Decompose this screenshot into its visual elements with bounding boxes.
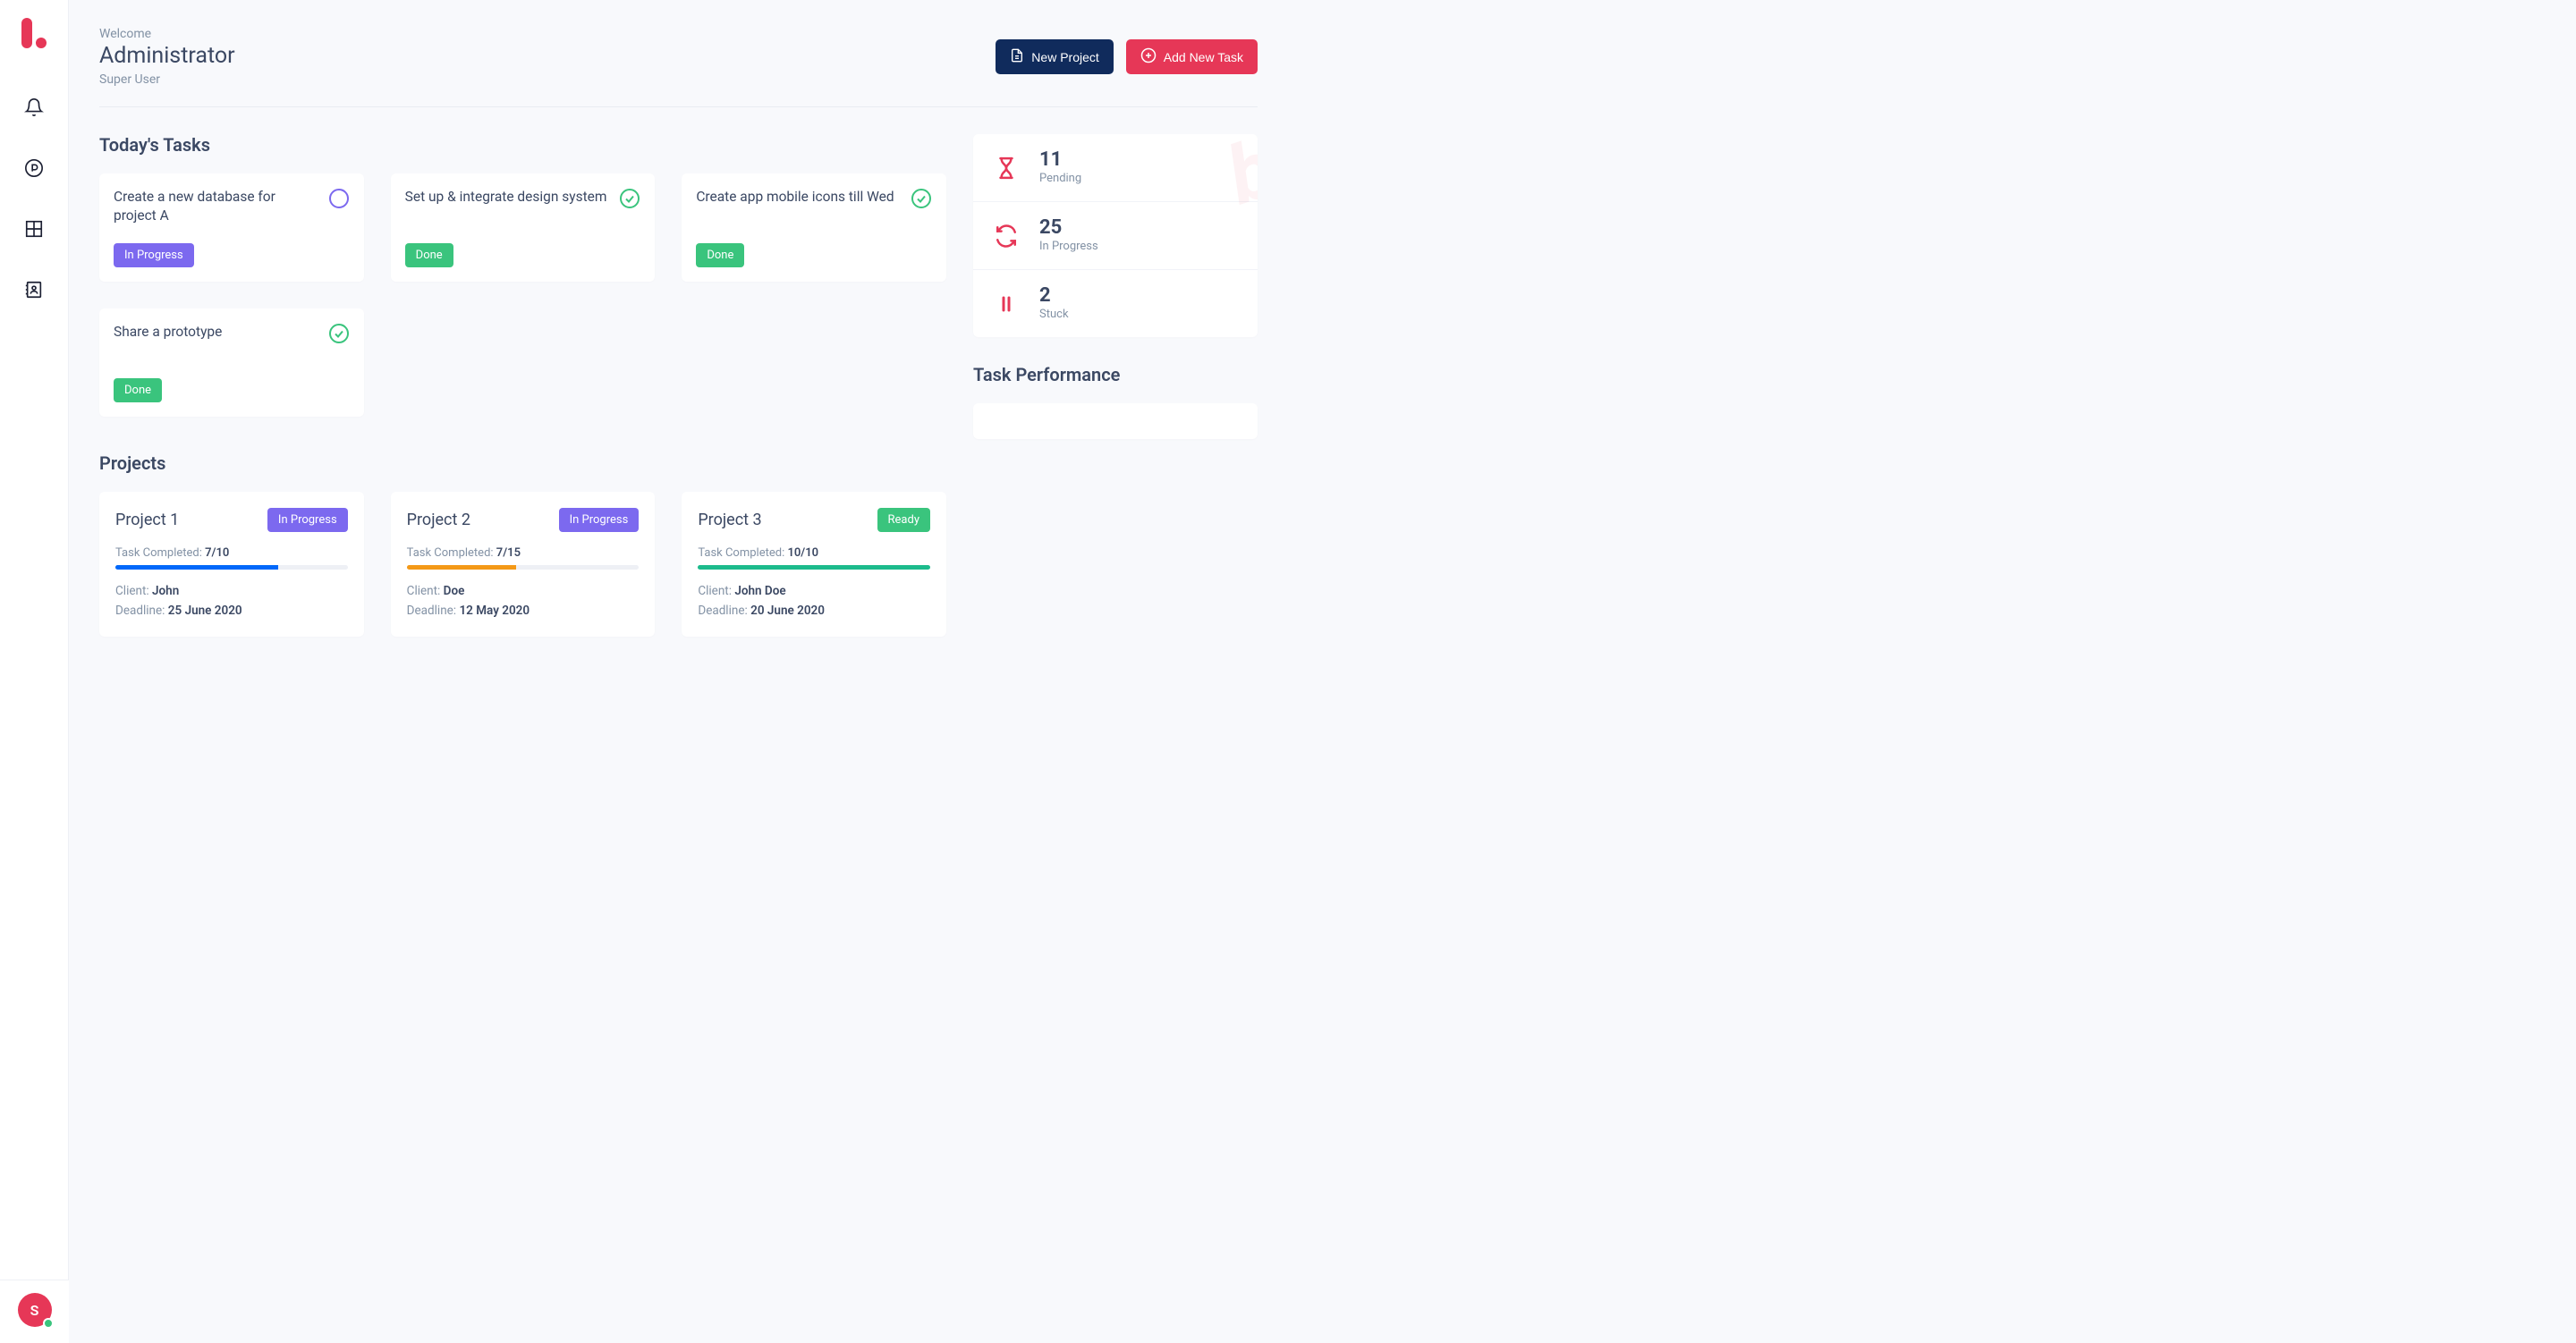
refresh-icon [993,223,1020,249]
stat-row: 2 Stuck [973,270,1258,337]
projects-section-title: Projects [99,452,946,474]
progress-bar [115,565,348,570]
progress-bar [407,565,640,570]
performance-card [973,403,1258,439]
stat-value: 2 [1039,286,1069,306]
task-completed-label: Task Completed: 7/15 [407,546,640,560]
add-task-label: Add New Task [1164,50,1243,64]
page-title: Administrator [99,43,235,69]
project-card[interactable]: Project 2 In Progress Task Completed: 7/… [391,492,656,637]
main-content: Welcome Administrator Super User New Pro… [69,0,1288,663]
check-circle-icon [911,188,932,213]
new-project-label: New Project [1031,50,1098,64]
plus-circle-icon [1140,47,1157,66]
bell-icon [24,97,44,121]
status-badge: In Progress [114,243,194,267]
hourglass-icon [993,155,1020,182]
task-title: Share a prototype [114,323,222,342]
online-indicator-icon [43,1318,54,1329]
pause-icon [993,291,1020,317]
task-card[interactable]: Share a prototype Done [99,308,364,417]
task-card[interactable]: Set up & integrate design system Done [391,173,656,282]
welcome-label: Welcome [99,27,235,41]
stat-label: Stuck [1039,308,1069,321]
page-subtitle: Super User [99,72,235,87]
task-completed-label: Task Completed: 10/10 [698,546,930,560]
check-circle-icon [328,323,350,348]
grid-icon [24,219,44,242]
stat-label: In Progress [1039,240,1098,253]
check-circle-icon [619,188,640,213]
projects-nav[interactable] [16,152,52,188]
notifications-nav[interactable] [16,91,52,127]
status-badge: Done [696,243,744,267]
project-meta: Client: Doe Deadline: 12 May 2020 [407,582,640,621]
stat-row: 11 Pending [973,134,1258,202]
status-badge: In Progress [267,508,348,532]
user-avatar[interactable]: S [18,1293,52,1327]
task-card[interactable]: Create a new database for project A In P… [99,173,364,282]
p-circle-icon [24,158,44,182]
project-meta: Client: John Deadline: 25 June 2020 [115,582,348,621]
performance-section-title: Task Performance [973,364,1258,385]
circle-icon [328,188,350,213]
project-name: Project 3 [698,511,761,529]
project-card[interactable]: Project 1 In Progress Task Completed: 7/… [99,492,364,637]
stat-label: Pending [1039,172,1081,185]
status-badge: Ready [877,508,930,532]
task-title: Set up & integrate design system [405,188,607,207]
progress-bar [698,565,930,570]
task-title: Create app mobile icons till Wed [696,188,894,207]
project-name: Project 1 [115,511,179,529]
stat-value: 11 [1039,150,1081,170]
project-meta: Client: John Doe Deadline: 20 June 2020 [698,582,930,621]
document-icon [1010,48,1024,65]
stat-value: 25 [1039,218,1098,238]
project-card[interactable]: Project 3 Ready Task Completed: 10/10 Cl… [682,492,946,637]
status-badge: In Progress [559,508,640,532]
avatar-initial: S [30,1302,39,1319]
stat-row: 25 In Progress [973,202,1258,270]
logo [20,16,48,50]
tasks-section-title: Today's Tasks [99,134,946,156]
task-completed-label: Task Completed: 7/10 [115,546,348,560]
contacts-nav[interactable] [16,274,52,309]
status-badge: Done [405,243,453,267]
add-task-button[interactable]: Add New Task [1126,39,1258,74]
page-header: Welcome Administrator Super User New Pro… [99,27,1258,107]
sidebar-bottom: S [0,1280,69,1343]
dashboard-nav[interactable] [16,213,52,249]
sidebar [0,0,69,1343]
status-badge: Done [114,378,162,402]
new-project-button[interactable]: New Project [996,39,1113,74]
task-title: Create a new database for project A [114,188,319,225]
address-book-icon [24,280,44,303]
project-name: Project 2 [407,511,470,529]
task-card[interactable]: Create app mobile icons till Wed Done [682,173,946,282]
stats-card: b 11 Pending 25 In Progress 2 Stuck [973,134,1258,337]
